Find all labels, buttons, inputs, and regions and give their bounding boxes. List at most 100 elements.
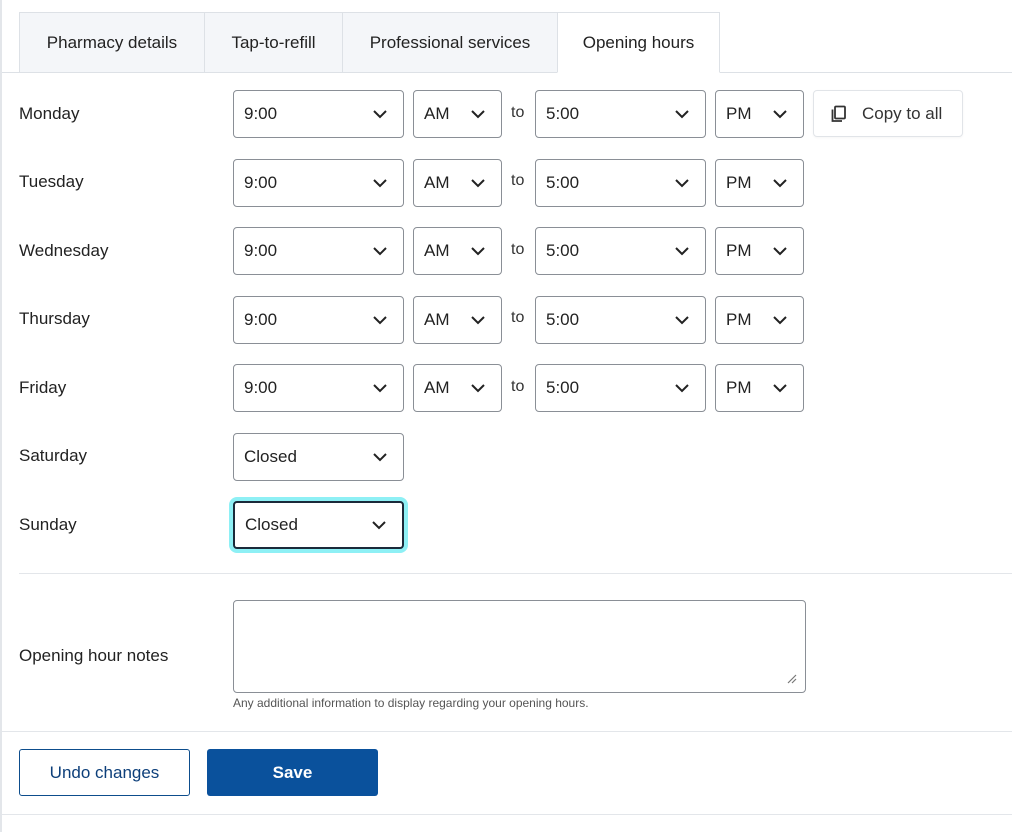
chevron-down-icon: [373, 453, 387, 462]
friday-close-period-select[interactable]: PM: [715, 364, 804, 412]
to-separator: to: [511, 172, 525, 189]
section-divider: [19, 573, 1012, 574]
select-value: 9:00: [244, 104, 278, 123]
select-value: 5:00: [546, 241, 580, 260]
select-value: Closed: [244, 447, 297, 466]
sunday-status-select[interactable]: Closed: [233, 501, 404, 549]
select-value: 9:00: [244, 173, 278, 192]
left-border: [0, 0, 2, 832]
select-value: 9:00: [244, 310, 278, 329]
chevron-down-icon: [773, 247, 787, 256]
tab-divider: [2, 72, 1012, 73]
copy-to-all-button[interactable]: Copy to all: [813, 90, 963, 137]
chevron-down-icon: [373, 384, 387, 393]
select-value: 5:00: [546, 378, 580, 397]
thursday-close-time-select[interactable]: 5:00: [535, 296, 706, 344]
tuesday-close-period-select[interactable]: PM: [715, 159, 804, 207]
thursday-close-period-select[interactable]: PM: [715, 296, 804, 344]
opening-hours-page: Pharmacy details Tap-to-refill Professio…: [0, 0, 1012, 832]
select-value: AM: [424, 378, 450, 397]
copy-icon: [831, 105, 846, 122]
select-value: 9:00: [244, 378, 278, 397]
chevron-down-icon: [471, 179, 485, 188]
chevron-down-icon: [773, 316, 787, 325]
day-label-monday: Monday: [19, 104, 80, 123]
notes-help-text: Any additional information to display re…: [233, 696, 589, 710]
chevron-down-icon: [471, 384, 485, 393]
to-separator: to: [511, 309, 525, 326]
friday-open-time-select[interactable]: 9:00: [233, 364, 404, 412]
chevron-down-icon: [773, 384, 787, 393]
chevron-down-icon: [773, 179, 787, 188]
select-value: AM: [424, 241, 450, 260]
select-value: 9:00: [244, 241, 278, 260]
select-value: AM: [424, 173, 450, 192]
copy-to-all-label: Copy to all: [862, 103, 943, 123]
monday-open-time-select[interactable]: 9:00: [233, 90, 404, 138]
tab-tap-to-refill[interactable]: Tap-to-refill: [204, 12, 342, 73]
chevron-down-icon: [373, 110, 387, 119]
friday-open-period-select[interactable]: AM: [413, 364, 502, 412]
chevron-down-icon: [471, 316, 485, 325]
chevron-down-icon: [471, 247, 485, 256]
day-label-thursday: Thursday: [19, 309, 90, 328]
chevron-down-icon: [675, 110, 689, 119]
tuesday-open-period-select[interactable]: AM: [413, 159, 502, 207]
chevron-down-icon: [372, 521, 386, 530]
select-value: AM: [424, 310, 450, 329]
day-label-friday: Friday: [19, 378, 67, 397]
chevron-down-icon: [471, 110, 485, 119]
tab-bar: Pharmacy details Tap-to-refill Professio…: [19, 12, 720, 73]
chevron-down-icon: [675, 179, 689, 188]
saturday-status-select[interactable]: Closed: [233, 433, 404, 481]
to-separator: to: [511, 378, 525, 395]
actions-divider: [2, 731, 1012, 732]
select-value: PM: [726, 241, 752, 260]
friday-close-time-select[interactable]: 5:00: [535, 364, 706, 412]
wednesday-close-time-select[interactable]: 5:00: [535, 227, 706, 275]
select-value: Closed: [245, 515, 298, 534]
save-button[interactable]: Save: [207, 749, 378, 796]
tab-opening-hours[interactable]: Opening hours: [557, 12, 720, 73]
tuesday-open-time-select[interactable]: 9:00: [233, 159, 404, 207]
tab-professional-services[interactable]: Professional services: [342, 12, 557, 73]
chevron-down-icon: [675, 316, 689, 325]
wednesday-close-period-select[interactable]: PM: [715, 227, 804, 275]
chevron-down-icon: [675, 384, 689, 393]
select-value: 5:00: [546, 173, 580, 192]
monday-close-period-select[interactable]: PM: [715, 90, 804, 138]
tab-label: Pharmacy details: [46, 32, 178, 52]
notes-label: Opening hour notes: [19, 646, 169, 665]
select-value: PM: [726, 104, 752, 123]
chevron-down-icon: [373, 179, 387, 188]
thursday-open-time-select[interactable]: 9:00: [233, 296, 404, 344]
to-separator: to: [511, 104, 525, 121]
chevron-down-icon: [373, 247, 387, 256]
tab-label: Opening hours: [582, 32, 695, 52]
select-value: 5:00: [546, 104, 580, 123]
select-value: PM: [726, 310, 752, 329]
select-value: PM: [726, 378, 752, 397]
undo-changes-button[interactable]: Undo changes: [19, 749, 190, 796]
tuesday-close-time-select[interactable]: 5:00: [535, 159, 706, 207]
tab-label: Professional services: [369, 32, 531, 52]
thursday-open-period-select[interactable]: AM: [413, 296, 502, 344]
monday-close-time-select[interactable]: 5:00: [535, 90, 706, 138]
wednesday-open-period-select[interactable]: AM: [413, 227, 502, 275]
select-value: AM: [424, 104, 450, 123]
chevron-down-icon: [675, 247, 689, 256]
day-label-sunday: Sunday: [19, 515, 77, 534]
chevron-down-icon: [373, 316, 387, 325]
opening-hour-notes-textarea[interactable]: [233, 600, 806, 693]
tab-label: Tap-to-refill: [231, 32, 316, 52]
day-label-tuesday: Tuesday: [19, 172, 84, 191]
day-label-saturday: Saturday: [19, 446, 88, 465]
select-value: 5:00: [546, 310, 580, 329]
bottom-divider: [2, 814, 1012, 815]
select-value: PM: [726, 173, 752, 192]
resize-grip-icon[interactable]: [785, 672, 797, 684]
to-separator: to: [511, 241, 525, 258]
tab-pharmacy-details[interactable]: Pharmacy details: [19, 12, 204, 73]
wednesday-open-time-select[interactable]: 9:00: [233, 227, 404, 275]
monday-open-period-select[interactable]: AM: [413, 90, 502, 138]
